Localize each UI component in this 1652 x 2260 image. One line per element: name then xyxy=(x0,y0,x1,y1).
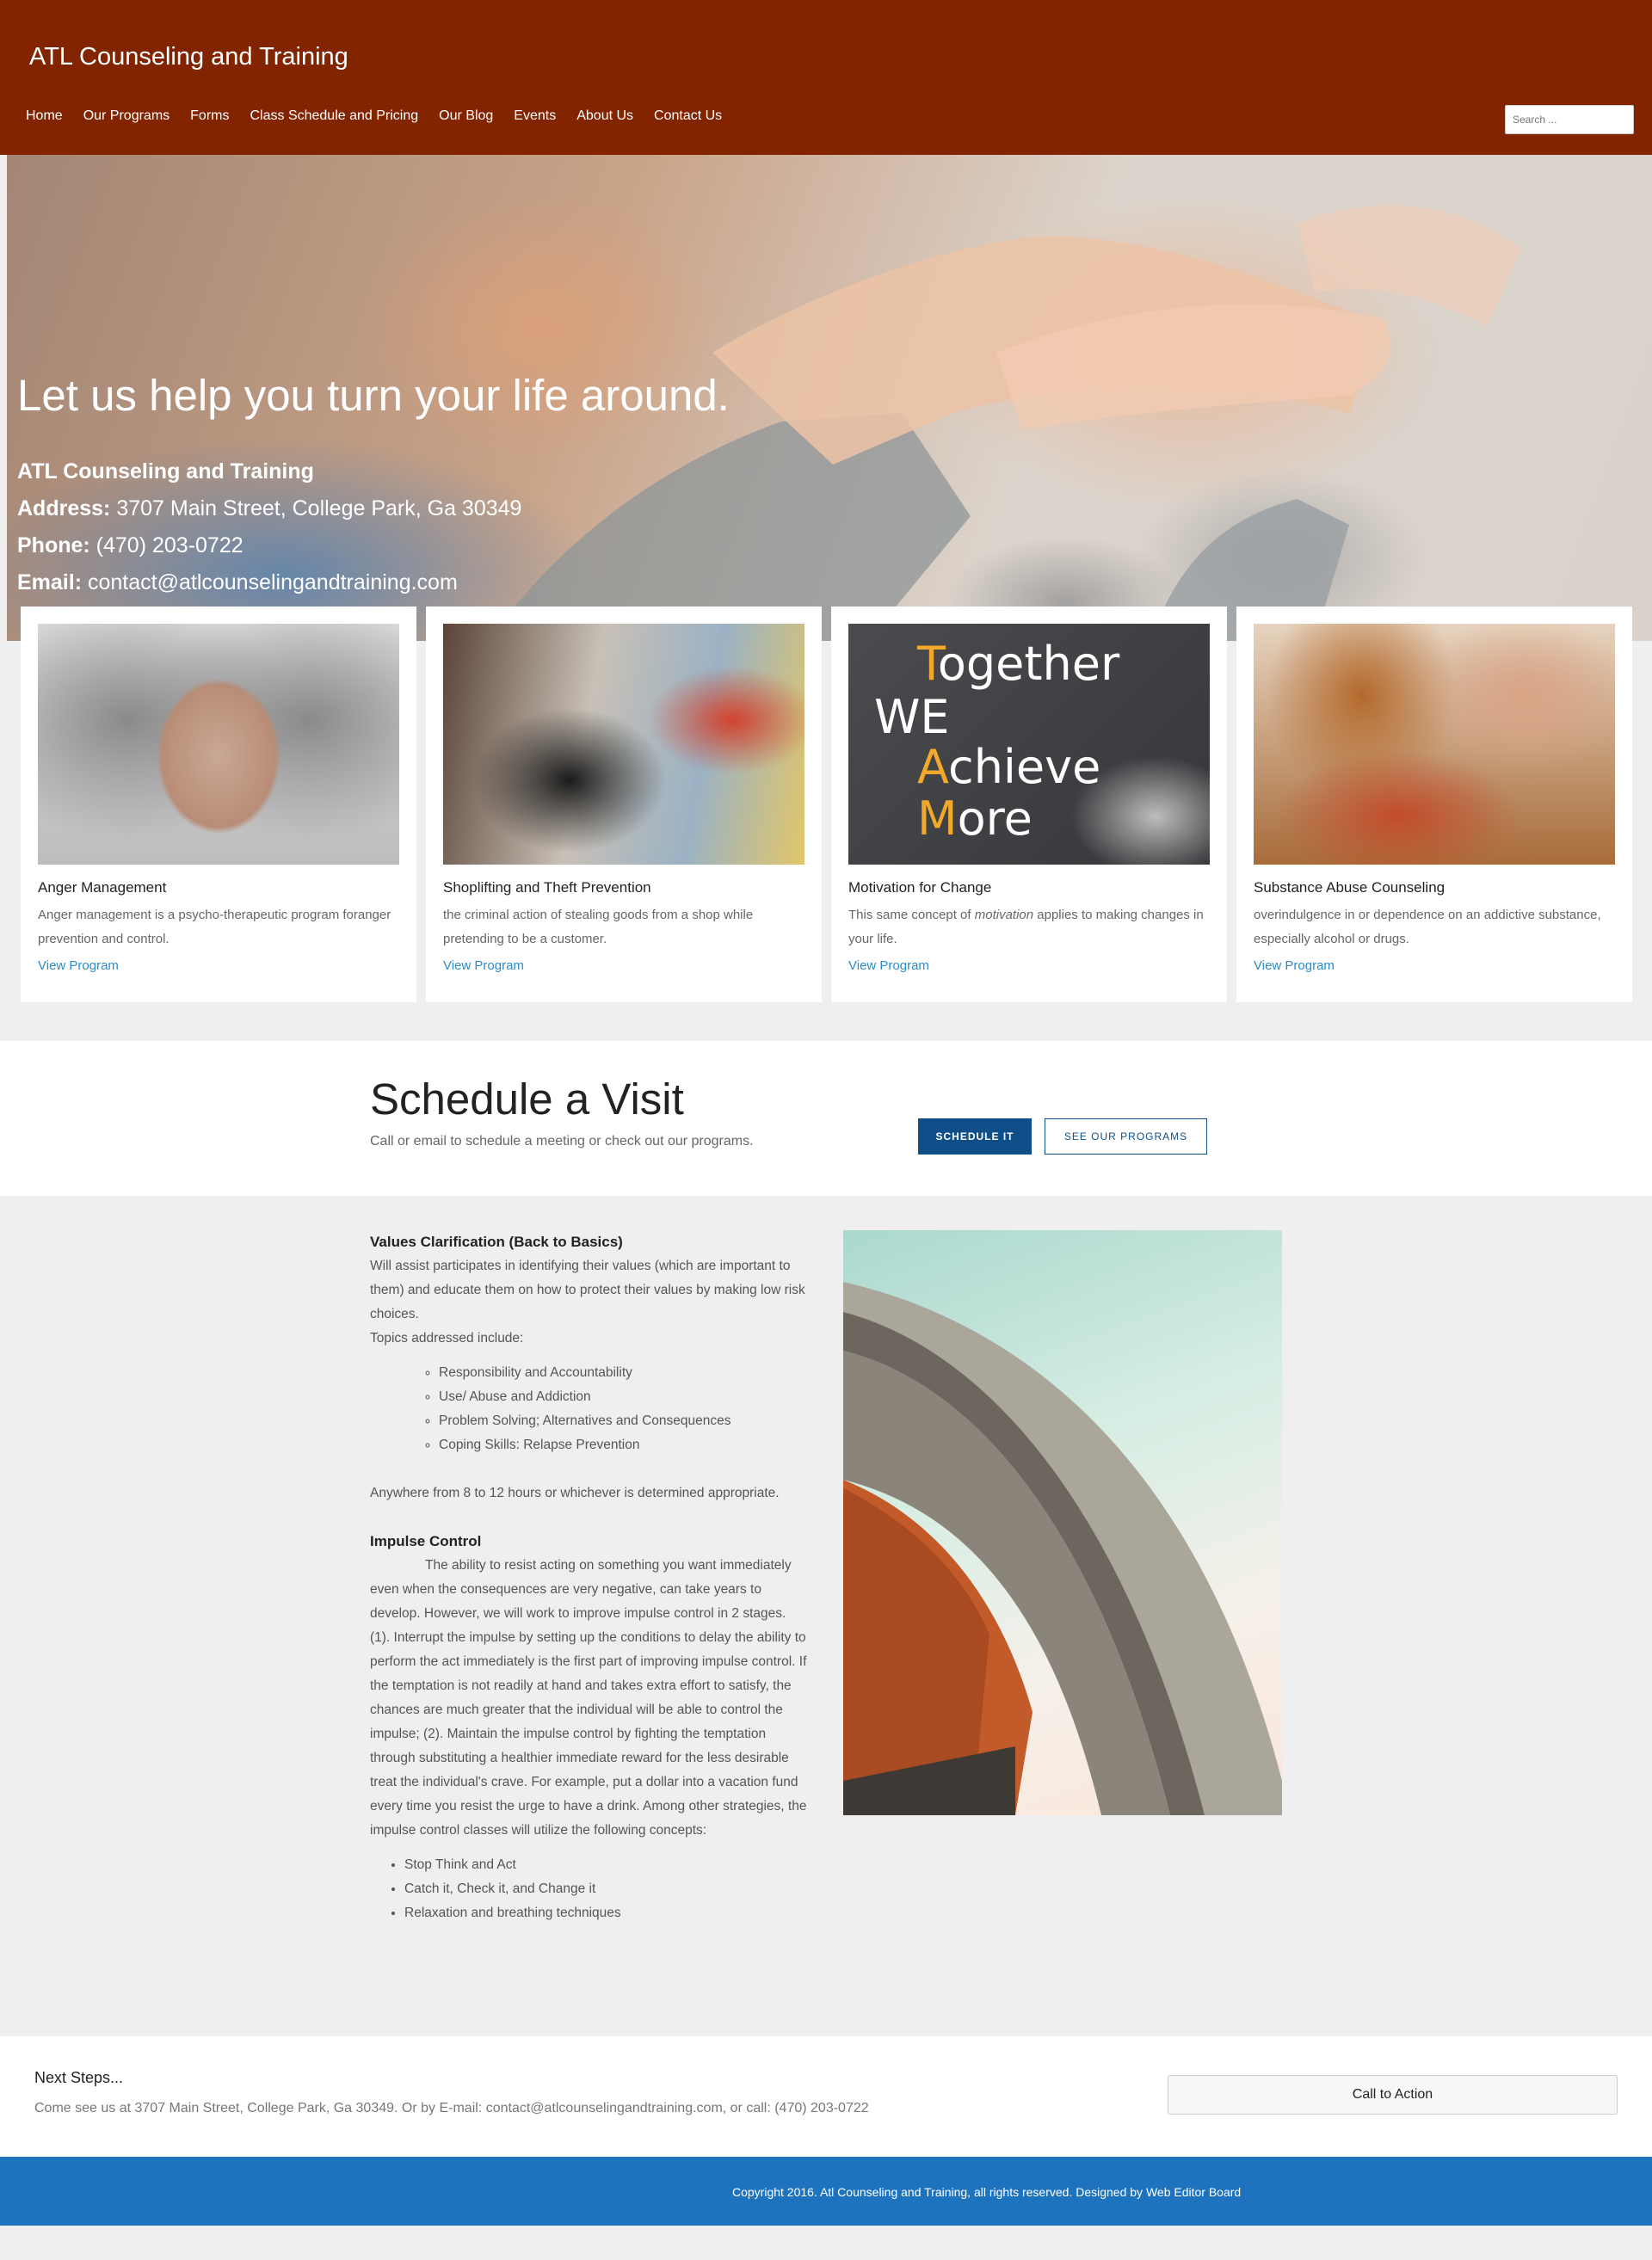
program-details: Values Clarification (Back to Basics) Wi… xyxy=(370,1230,809,1949)
view-program-link[interactable]: View Program xyxy=(1254,958,1335,973)
site-title[interactable]: ATL Counseling and Training xyxy=(29,43,348,71)
list-item: Use/ Abuse and Addiction xyxy=(439,1385,809,1409)
program-cards: Anger Management Anger management is a p… xyxy=(0,607,1652,1002)
next-steps-text: Come see us at 3707 Main Street, College… xyxy=(34,2101,869,2115)
phone-value: (470) 203-0722 xyxy=(96,533,243,557)
see-our-programs-button[interactable]: SEE OUR PROGRAMS xyxy=(1045,1118,1207,1155)
chalk-letter: M xyxy=(917,791,958,846)
search-input[interactable] xyxy=(1505,105,1634,134)
nav-our-programs[interactable]: Our Programs xyxy=(83,108,170,124)
values-text: Will assist participates in identifying … xyxy=(370,1259,805,1321)
hours-text: Anywhere from 8 to 12 hours or whichever… xyxy=(370,1486,780,1500)
chalk-letter: ore xyxy=(957,791,1032,846)
call-to-action-button[interactable]: Call to Action xyxy=(1168,2075,1618,2115)
program-card-anger: Anger Management Anger management is a p… xyxy=(21,607,416,1002)
address-label: Address: xyxy=(17,496,111,520)
nav-our-blog[interactable]: Our Blog xyxy=(439,108,493,124)
main-nav: Home Our Programs Forms Class Schedule a… xyxy=(26,108,722,124)
shoplifting-image[interactable] xyxy=(443,624,804,865)
chalk-word-more: More xyxy=(917,796,1032,842)
chalk-word-achieve: Achieve xyxy=(917,744,1100,791)
nav-forms[interactable]: Forms xyxy=(190,108,229,124)
phone-label: Phone: xyxy=(17,533,90,557)
list-item: Relaxation and breathing techniques xyxy=(404,1901,809,1925)
hero-address: Address: 3707 Main Street, College Park,… xyxy=(17,490,730,527)
program-card-motivation: Together WE Achieve More Motivation for … xyxy=(831,607,1227,1002)
schedule-section: Schedule a Visit Call or email to schedu… xyxy=(0,1041,1652,1196)
nav-about-us[interactable]: About Us xyxy=(576,108,633,124)
list-item: Responsibility and Accountability xyxy=(439,1361,809,1385)
list-item: Coping Skills: Relapse Prevention xyxy=(439,1433,809,1457)
list-item: Problem Solving; Alternatives and Conseq… xyxy=(439,1409,809,1433)
next-steps-title: Next Steps... xyxy=(34,2069,124,2086)
schedule-it-button[interactable]: SCHEDULE IT xyxy=(918,1118,1032,1155)
nav-home[interactable]: Home xyxy=(26,108,63,124)
impulse-text: The ability to resist acting on somethin… xyxy=(370,1554,809,1843)
chalk-word-we: WE xyxy=(874,690,950,744)
footer-copyright: Copyright 2016. Atl Counseling and Train… xyxy=(732,2185,1241,2199)
nav-events[interactable]: Events xyxy=(514,108,556,124)
chalk-letter: chieve xyxy=(948,740,1101,794)
concepts-list: Stop Think and Act Catch it, Check it, a… xyxy=(370,1853,809,1925)
hero-headline: Let us help you turn your life around. xyxy=(17,371,730,420)
view-program-link[interactable]: View Program xyxy=(38,958,119,973)
program-description: the criminal action of stealing goods fr… xyxy=(443,908,754,946)
list-item: Stop Think and Act xyxy=(404,1853,809,1877)
chalk-letter: T xyxy=(917,637,938,691)
designer-link[interactable]: Web Editor Board xyxy=(1146,2185,1241,2199)
hero-content: Let us help you turn your life around. A… xyxy=(17,370,730,601)
chalk-word-together: Together xyxy=(917,641,1119,687)
email-value[interactable]: contact@atlcounselingandtraining.com xyxy=(88,570,458,594)
program-card-substance: Substance Abuse Counseling overindulgenc… xyxy=(1236,607,1632,1002)
hero-email: Email: contact@atlcounselingandtraining.… xyxy=(17,564,730,601)
program-title: Substance Abuse Counseling xyxy=(1254,879,1446,896)
program-card-shoplifting: Shoplifting and Theft Prevention the cri… xyxy=(426,607,822,1002)
building-illustration xyxy=(843,1282,1282,1815)
nav-contact-us[interactable]: Contact Us xyxy=(654,108,722,124)
topics-list: Responsibility and Accountability Use/ A… xyxy=(370,1361,809,1457)
values-title: Values Clarification (Back to Basics) xyxy=(370,1234,623,1250)
list-item: Catch it, Check it, and Change it xyxy=(404,1877,809,1901)
business-name: ATL Counseling and Training xyxy=(17,459,314,483)
site-header: ATL Counseling and Training Home Our Pro… xyxy=(0,0,1652,155)
motivation-chalkboard-image[interactable]: Together WE Achieve More xyxy=(848,624,1210,865)
building-image xyxy=(843,1230,1282,1815)
topics-label: Topics addressed include: xyxy=(370,1331,524,1346)
program-title: Anger Management xyxy=(38,879,167,896)
description-text: This same concept of xyxy=(848,908,975,922)
substance-abuse-image[interactable] xyxy=(1254,624,1615,865)
impulse-body: The ability to resist acting on somethin… xyxy=(370,1558,807,1838)
content-section: Values Clarification (Back to Basics) Wi… xyxy=(0,1196,1652,2036)
site-footer: Copyright 2016. Atl Counseling and Train… xyxy=(0,2157,1652,2226)
address-value: 3707 Main Street, College Park, Ga 30349 xyxy=(116,496,522,520)
chalk-letter: A xyxy=(917,740,948,794)
program-description: overindulgence in or dependence on an ad… xyxy=(1254,908,1601,946)
schedule-title: Schedule a Visit xyxy=(370,1075,684,1124)
program-description: Anger management is a psycho-therapeutic… xyxy=(38,908,391,946)
nav-class-schedule[interactable]: Class Schedule and Pricing xyxy=(250,108,418,124)
program-title: Shoplifting and Theft Prevention xyxy=(443,879,651,896)
email-label: Email: xyxy=(17,570,83,594)
program-title: Motivation for Change xyxy=(848,879,992,896)
impulse-title: Impulse Control xyxy=(370,1533,482,1549)
hero-banner: Let us help you turn your life around. A… xyxy=(7,155,1652,641)
next-steps-section: Next Steps... Come see us at 3707 Main S… xyxy=(0,2036,1652,2157)
description-emphasis: motivation xyxy=(974,908,1034,922)
hero-phone: Phone: (470) 203-0722 xyxy=(17,527,730,564)
program-description: This same concept of motivation applies … xyxy=(848,903,1210,951)
anger-management-image[interactable] xyxy=(38,624,399,865)
hero-business-name: ATL Counseling and Training xyxy=(17,453,730,490)
view-program-link[interactable]: View Program xyxy=(848,958,929,973)
chalk-letter: ogether xyxy=(937,637,1120,691)
schedule-subtitle: Call or email to schedule a meeting or c… xyxy=(370,1134,754,1148)
copyright-text: Copyright 2016. Atl Counseling and Train… xyxy=(732,2185,1146,2199)
view-program-link[interactable]: View Program xyxy=(443,958,524,973)
